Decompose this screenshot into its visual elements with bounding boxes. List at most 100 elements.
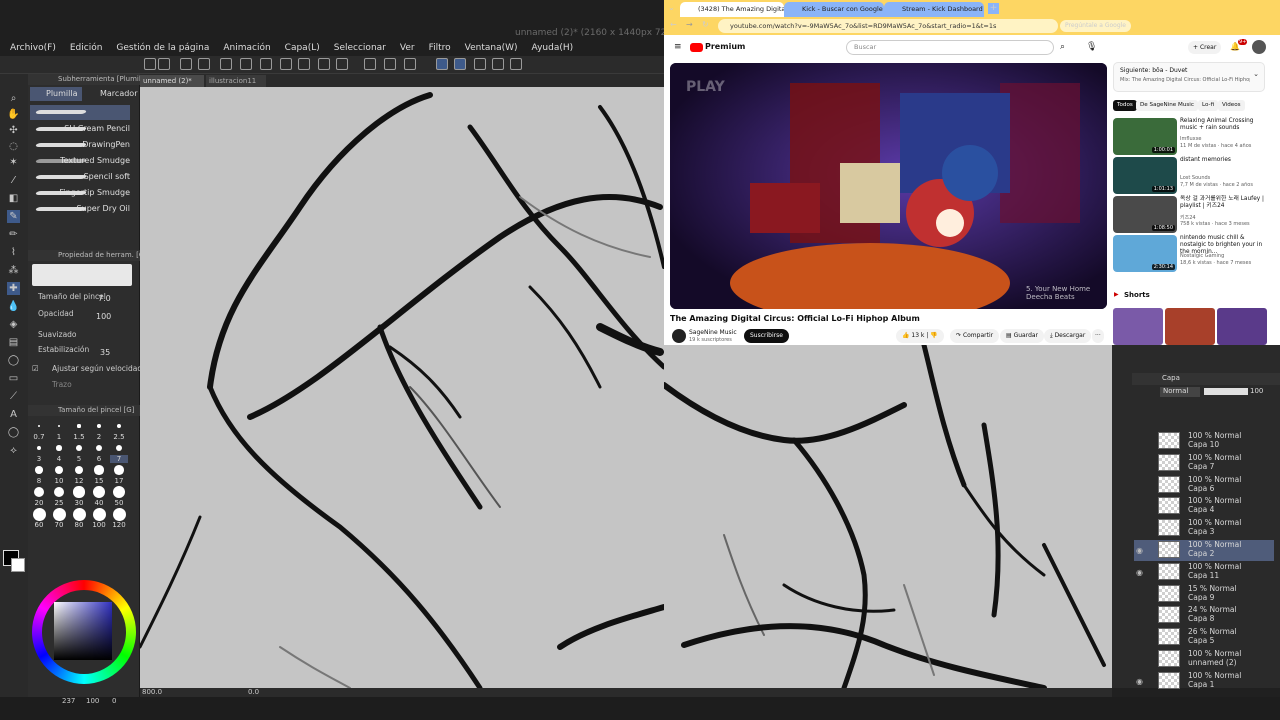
pencil-icon[interactable]: ✏ — [7, 228, 20, 241]
brush-size-dot[interactable] — [76, 445, 82, 451]
youtube-logo-icon[interactable] — [690, 43, 703, 52]
like-button[interactable]: 👍 13 k | 👎 — [896, 329, 944, 343]
layer-row[interactable]: 100 % Normal unnamed (2) — [1134, 649, 1274, 670]
browser-tab[interactable]: Kick - Buscar con Google — [784, 2, 884, 17]
eye-icon[interactable]: ◉ — [1136, 546, 1143, 555]
ruler-tool-icon[interactable]: ⟋ — [7, 390, 20, 403]
brush-item[interactable]: Super Dry Oil — [30, 202, 130, 217]
menu-capa[interactable]: Capa(L) — [285, 43, 320, 53]
hand-icon[interactable]: ✋ — [7, 108, 20, 121]
search-icon[interactable]: ⌕ — [1060, 42, 1065, 52]
shape-icon[interactable]: ◯ — [7, 354, 20, 367]
balloon-icon[interactable]: ◯ — [7, 426, 20, 439]
layer-row[interactable]: ◉ 100 % Normal Capa 1 — [1134, 671, 1274, 692]
chip-all[interactable]: Todos — [1113, 100, 1137, 111]
layer-row[interactable]: 100 % Normal Capa 3 — [1134, 518, 1274, 539]
layer-row[interactable]: ◉ 100 % Normal Capa 11 — [1134, 562, 1274, 583]
brush-size-dot[interactable] — [35, 466, 43, 474]
menu-ver[interactable]: Ver — [400, 43, 415, 53]
layer-opacity-value[interactable]: 100 — [1250, 387, 1263, 395]
brush-size-option[interactable]: 100 — [90, 521, 108, 529]
brush-icon[interactable]: ⌇ — [7, 246, 20, 259]
zoom-readout[interactable]: 800.0 — [142, 688, 162, 696]
brush-size-dot[interactable] — [32, 507, 46, 521]
recommended-video[interactable]: 1:08:50 옥상 걸 과거를위한 노래 Laufey | playlist |… — [1113, 196, 1273, 234]
fill-bucket-icon[interactable]: ◈ — [7, 318, 20, 331]
brush-size-option[interactable]: 40 — [90, 499, 108, 507]
layer-row[interactable]: 26 % Normal Capa 5 — [1134, 627, 1274, 648]
layer-row[interactable]: ◉ 100 % Normal Capa 2 — [1134, 540, 1274, 561]
drawing-canvas[interactable] — [140, 87, 664, 688]
layer-row[interactable]: 24 % Normal Capa 8 — [1134, 605, 1274, 626]
new-file-icon[interactable] — [144, 58, 156, 70]
brush-size-option[interactable]: 7 — [110, 455, 128, 463]
brush-size-option[interactable]: 0.7 — [30, 433, 48, 441]
browser-tab[interactable]: Stream - Kick Dashboard — [884, 2, 984, 17]
lasso-icon[interactable]: ◌ — [7, 140, 20, 153]
grid-icon[interactable] — [474, 58, 486, 70]
tab-marcador[interactable]: Marcador — [84, 87, 137, 101]
brush-size-dot[interactable] — [94, 465, 104, 475]
chip-videos[interactable]: Videos — [1218, 100, 1245, 111]
airbrush-icon[interactable]: ⁂ — [7, 264, 20, 277]
brush-size-dot[interactable] — [33, 486, 45, 498]
brush-item[interactable]: Spencil soft — [30, 170, 130, 185]
brush-size-dot[interactable] — [38, 425, 40, 427]
eyedropper-icon[interactable]: ⁄ — [7, 174, 20, 187]
layer-row[interactable]: 100 % Normal Capa 10 — [1134, 431, 1274, 452]
brush-size-option[interactable]: 6 — [90, 455, 108, 463]
menu-archivo[interactable]: Archivo(F) — [10, 43, 56, 53]
short-thumbnail[interactable] — [1217, 308, 1267, 345]
brush-size-dot[interactable] — [115, 444, 123, 452]
brush-size-dot[interactable] — [73, 486, 85, 498]
brush-size-dot[interactable] — [95, 444, 103, 452]
save-icon[interactable] — [180, 58, 192, 70]
channel-name[interactable]: SageNine Music — [689, 329, 737, 336]
forward-icon[interactable]: → — [686, 20, 693, 29]
tab-search-icon[interactable]: ⌄ — [668, 3, 675, 12]
download-button[interactable]: ⤓ Descargar — [1044, 329, 1092, 343]
chip-channel[interactable]: De SageNine Music — [1136, 100, 1198, 111]
browser-tab-active[interactable]: (3428) The Amazing Digital... — [680, 2, 784, 17]
video-thumbnail[interactable]: 1:01:13 — [1113, 157, 1177, 194]
pen-icon[interactable]: ✎ — [7, 210, 20, 223]
eraser-icon[interactable]: ◧ — [7, 192, 20, 205]
new-tab-icon[interactable]: + — [988, 3, 999, 14]
brush-size-dot[interactable] — [52, 507, 66, 521]
menu-filtro[interactable]: Filtro — [429, 43, 451, 53]
menu-gestion-pagina[interactable]: Gestión de la página — [116, 43, 209, 53]
brush-size-option[interactable]: 5 — [70, 455, 88, 463]
paste-icon[interactable] — [260, 58, 272, 70]
export-icon[interactable] — [198, 58, 210, 70]
ruler-icon[interactable] — [404, 58, 416, 70]
brush-size-option[interactable]: 1 — [50, 433, 68, 441]
brush-size-dot[interactable] — [72, 507, 86, 521]
brush-size-dot[interactable] — [93, 486, 105, 498]
layer-row[interactable]: 100 % Normal Capa 4 — [1134, 496, 1274, 517]
open-file-icon[interactable] — [158, 58, 170, 70]
layer-row[interactable]: 100 % Normal Capa 7 — [1134, 453, 1274, 474]
blend-icon[interactable]: 💧 — [7, 300, 20, 313]
menu-seleccionar[interactable]: Seleccionar — [334, 43, 386, 53]
brush-size-option[interactable]: 60 — [30, 521, 48, 529]
correct-line-icon[interactable]: ⟡ — [7, 444, 20, 457]
text-icon[interactable]: A — [7, 408, 20, 421]
brush-size-dot[interactable] — [92, 507, 106, 521]
brush-size-option[interactable]: 20 — [30, 499, 48, 507]
drawing-canvas-lower[interactable] — [664, 345, 1112, 688]
layer-row[interactable]: 15 % Normal Capa 9 — [1134, 584, 1274, 605]
brush-size-dot[interactable] — [53, 486, 65, 498]
brush-size-value[interactable]: 7.0 — [98, 294, 111, 303]
brush-size-dot[interactable] — [56, 445, 62, 451]
share-button[interactable]: ↷ Compartir — [950, 329, 1000, 343]
recommended-video[interactable]: 1:00:01 Relaxing Animal Crossing music + … — [1113, 118, 1273, 156]
menu-icon[interactable]: ≡ — [674, 42, 682, 52]
brush-size-dot[interactable] — [112, 485, 126, 499]
brush-size-dot[interactable] — [114, 465, 124, 475]
settings-icon[interactable] — [510, 58, 522, 70]
clear-icon[interactable] — [220, 58, 232, 70]
snap-special-icon[interactable] — [454, 58, 466, 70]
brush-item[interactable]: Fingertip Smudge — [30, 186, 130, 201]
menu-ayuda[interactable]: Ayuda(H) — [532, 43, 574, 53]
object-icon[interactable]: ✣ — [7, 124, 20, 137]
